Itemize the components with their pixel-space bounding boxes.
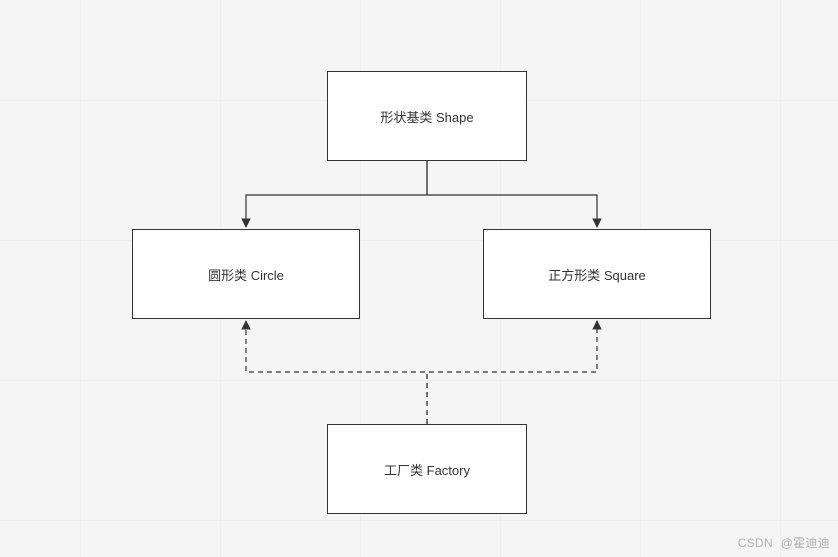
watermark-author: @霍迪迪 — [781, 536, 830, 550]
node-factory: 工厂类 Factory — [327, 424, 527, 514]
edge-factory-to-circle — [246, 321, 427, 424]
watermark: CSDN @霍迪迪 — [738, 534, 830, 551]
edge-shape-to-circle — [246, 161, 427, 227]
edge-factory-to-square — [427, 321, 597, 424]
watermark-prefix: CSDN — [738, 536, 773, 550]
node-circle: 圆形类 Circle — [132, 229, 360, 319]
node-square: 正方形类 Square — [483, 229, 711, 319]
node-shape-base: 形状基类 Shape — [327, 71, 527, 161]
edge-shape-to-square — [427, 161, 597, 227]
node-square-label: 正方形类 Square — [548, 265, 646, 284]
node-shape-label: 形状基类 Shape — [380, 107, 473, 126]
node-factory-label: 工厂类 Factory — [384, 460, 470, 479]
node-circle-label: 圆形类 Circle — [208, 265, 284, 284]
